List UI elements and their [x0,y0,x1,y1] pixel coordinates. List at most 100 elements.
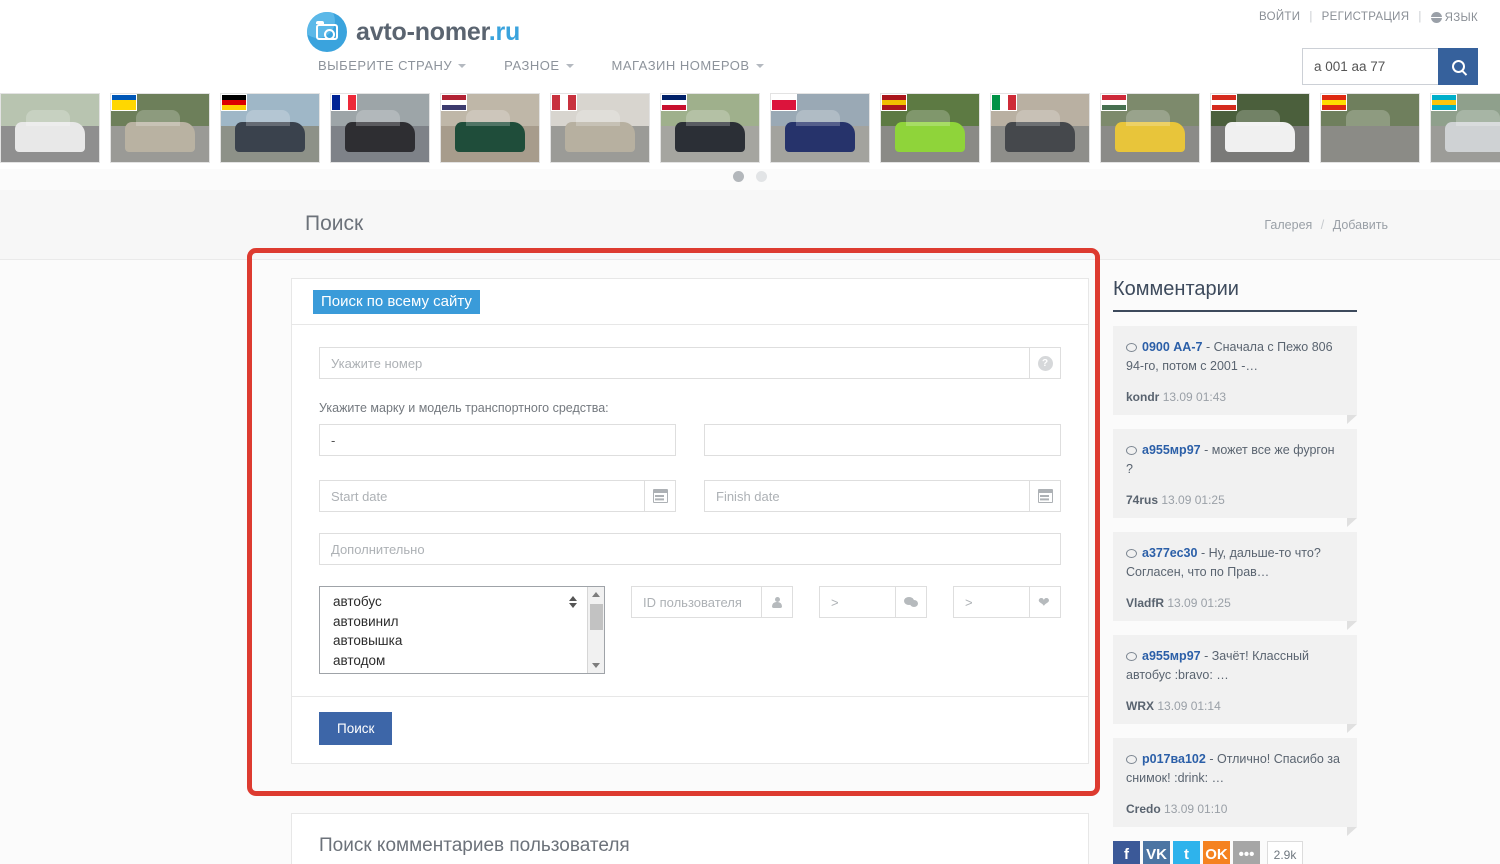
comment-time: 13.09 01:10 [1164,802,1228,816]
comment-plate[interactable]: р017ва102 [1142,752,1206,766]
flag-icon-swiss [1211,93,1237,111]
comment-meta: kondr 13.09 01:43 [1126,390,1344,404]
comments-count-button[interactable] [895,586,927,618]
search-submit-button[interactable]: Поиск [319,712,393,745]
register-link[interactable]: РЕГИСТРАЦИЯ [1322,11,1410,23]
share-count: 2.9k [1267,841,1303,864]
carousel-thumb[interactable] [550,92,650,163]
start-date-group [319,480,676,512]
comment-author[interactable]: WRX [1126,699,1154,713]
start-date-input[interactable] [319,480,644,512]
carousel-thumb[interactable] [880,92,980,163]
finish-date-calendar-button[interactable] [1029,480,1061,512]
user-id-input[interactable] [631,586,761,618]
category-option[interactable]: автовышка [333,631,604,651]
language-switcher[interactable]: ЯЗЫК [1430,10,1478,24]
breadcrumb-gallery[interactable]: Галерея [1264,218,1312,232]
scroll-down-icon[interactable] [592,663,600,668]
model-input[interactable] [704,424,1061,456]
flag-icon-hungary [1101,93,1127,111]
tab-search-whole-site[interactable]: Поиск по всему сайту [313,289,480,314]
flag-icon-italy [991,93,1017,111]
site-logo[interactable]: avto-nomer.ru [307,12,520,52]
carousel-thumb[interactable] [1320,92,1420,163]
plate-number-input[interactable] [319,347,1029,379]
carousel-strip [0,86,1500,169]
category-scrollbar[interactable] [587,587,604,673]
scrollbar-thumb[interactable] [590,604,603,630]
search-form: ? Укажите марку и модель транспортного с… [292,325,1088,674]
comment-bubble-icon [1126,755,1137,764]
carousel-thumb[interactable] [110,92,210,163]
carousel-thumb[interactable] [660,92,760,163]
category-option[interactable]: автодом [333,651,604,671]
carousel-thumb[interactable] [990,92,1090,163]
comment-meta: VladfR 13.09 01:25 [1126,596,1344,610]
user-id-button[interactable] [761,586,793,618]
extra-input[interactable] [319,533,1061,565]
comment-author[interactable]: VladfR [1126,596,1164,610]
twitter-share-button[interactable]: t [1173,841,1200,864]
carousel-dot-2[interactable] [756,171,767,182]
link-separator-2: | [1418,11,1422,23]
likes-count-group: ❤ [953,586,1061,618]
plate-help-button[interactable]: ? [1029,347,1061,379]
carousel-thumb[interactable] [440,92,540,163]
comment-author[interactable]: Credo [1126,802,1161,816]
comment-author[interactable]: 74rus [1126,493,1158,507]
finish-date-input[interactable] [704,480,1029,512]
comment-dash: - [1205,340,1211,354]
search-button[interactable] [1438,48,1478,85]
social-share-bar: f VK t OK ••• 2.9k [1113,841,1357,864]
category-option[interactable]: автовинил [333,612,604,632]
carousel-thumb[interactable] [1430,92,1500,163]
comment-author[interactable]: kondr [1126,390,1159,404]
comments-sidebar: Комментарии 0900 АА-7 - Сначала с Пежо 8… [1113,278,1357,864]
category-multiselect[interactable]: автобус автовинил автовышка автодом [319,586,605,674]
comment-plate[interactable]: а955мр97 [1142,443,1201,457]
carousel-thumb[interactable] [1210,92,1310,163]
comment-bubble-icon [1126,652,1137,661]
calendar-icon [1037,489,1053,503]
carousel-thumb[interactable] [220,92,320,163]
flag-icon-france [331,93,357,111]
odnoklassniki-share-button[interactable]: OK [1203,841,1230,864]
comment-plate[interactable]: 0900 АА-7 [1142,340,1202,354]
login-link[interactable]: ВОЙТИ [1259,11,1300,23]
comment-dash: - [1204,443,1209,457]
carousel-thumb[interactable] [1100,92,1200,163]
search-input[interactable] [1302,48,1438,85]
comment-item[interactable]: а955мр97 - может все же фургон ? 74rus 13… [1113,429,1357,527]
scroll-up-icon[interactable] [592,592,600,597]
likes-count-input[interactable] [953,586,1029,618]
comment-text: р017ва102 - Отлично! Спасибо за снимок! … [1126,750,1344,787]
comment-item[interactable]: а377ес30 - Ну, дальше-то что? Согласен, … [1113,532,1357,630]
start-date-calendar-button[interactable] [644,480,676,512]
vk-share-button[interactable]: VK [1143,841,1170,864]
breadcrumb-add[interactable]: Добавить [1333,218,1388,232]
make-input[interactable] [319,424,676,456]
filters-row: автобус автовинил автовышка автодом ID п… [319,586,1061,674]
carousel-thumb[interactable] [770,92,870,163]
comment-item[interactable]: р017ва102 - Отлично! Спасибо за снимок! … [1113,738,1357,836]
comment-plate[interactable]: а955мр97 [1142,649,1201,663]
comments-count-input[interactable] [819,586,895,618]
comment-plate[interactable]: а377ес30 [1142,546,1197,560]
comment-dash: - [1209,752,1214,766]
carousel-dot-1[interactable] [733,171,744,182]
carousel-thumb[interactable] [0,92,100,163]
carousel-thumb[interactable] [330,92,430,163]
nav-item-country[interactable]: ВЫБЕРИТЕ СТРАНУ [318,58,467,73]
page-header-bar: Поиск Галерея / Добавить [0,190,1500,260]
more-share-button[interactable]: ••• [1233,841,1260,864]
nav-item-plate-shop[interactable]: МАГАЗИН НОМЕРОВ [612,58,764,73]
question-mark-icon: ? [1037,355,1053,371]
facebook-share-button[interactable]: f [1113,841,1140,864]
comment-item[interactable]: а955мр97 - Зачёт! Классный автобус :brav… [1113,635,1357,733]
category-option[interactable]: автобус [333,592,604,612]
likes-count-button[interactable]: ❤ [1029,586,1061,618]
nav-item-misc[interactable]: РАЗНОЕ [504,58,574,73]
search-icon [1451,60,1465,73]
link-separator-1: | [1309,11,1313,23]
comment-item[interactable]: 0900 АА-7 - Сначала с Пежо 806 94-го, по… [1113,326,1357,424]
